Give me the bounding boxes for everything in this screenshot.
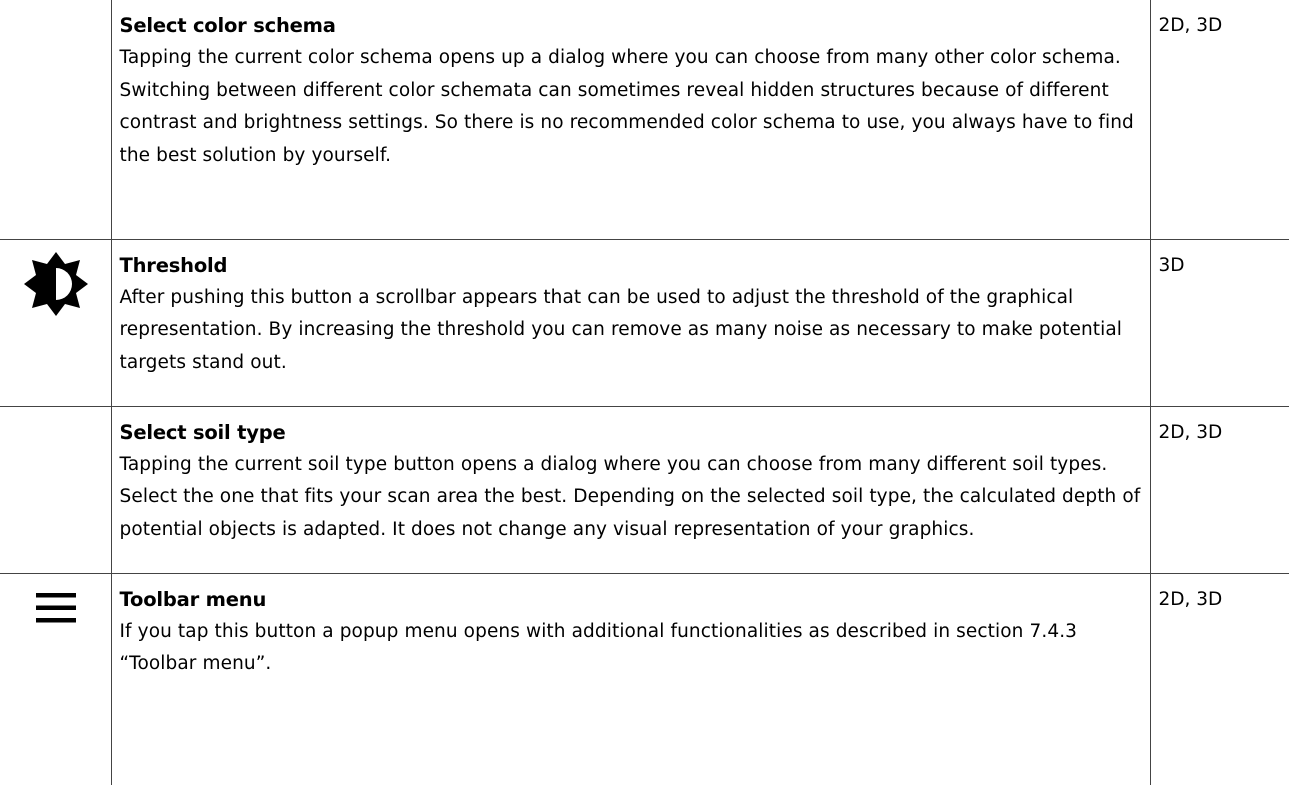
- table-row: Toolbar menu If you tap this button a po…: [0, 572, 1289, 785]
- icon-cell: [0, 572, 112, 785]
- icon-cell: [0, 405, 112, 574]
- feature-table: Select color schema Tapping the current …: [0, 0, 1289, 785]
- description-cell: Toolbar menu If you tap this button a po…: [110, 572, 1151, 785]
- feature-description: If you tap this button a popup menu open…: [119, 620, 1078, 675]
- description-cell: Select soil type Tapping the current soi…: [110, 405, 1151, 574]
- mode-cell: 2D, 3D: [1149, 572, 1289, 785]
- feature-title: Threshold: [119, 253, 228, 277]
- feature-description: After pushing this button a scrollbar ap…: [119, 286, 1123, 373]
- icon-cell: [0, 238, 112, 407]
- description-cell: Select color schema Tapping the current …: [110, 0, 1151, 240]
- hamburger-menu-icon: [36, 592, 76, 622]
- feature-title: Select soil type: [119, 420, 286, 444]
- table-row: Threshold After pushing this button a sc…: [0, 238, 1289, 407]
- table-row: Select color schema Tapping the current …: [0, 0, 1289, 240]
- feature-description: Tapping the current color schema opens u…: [119, 47, 1134, 166]
- icon-cell: [0, 0, 112, 240]
- feature-description: Tapping the current soil type button ope…: [119, 453, 1141, 540]
- table-row: Select soil type Tapping the current soi…: [0, 405, 1289, 574]
- feature-title: Select color schema: [119, 14, 336, 37]
- description-cell: Threshold After pushing this button a sc…: [110, 238, 1151, 407]
- brightness-contrast-icon: [24, 251, 88, 316]
- feature-title: Toolbar menu: [119, 587, 267, 611]
- mode-cell: 2D, 3D: [1149, 405, 1289, 574]
- mode-cell: 2D, 3D: [1149, 0, 1289, 240]
- mode-cell: 3D: [1149, 238, 1289, 407]
